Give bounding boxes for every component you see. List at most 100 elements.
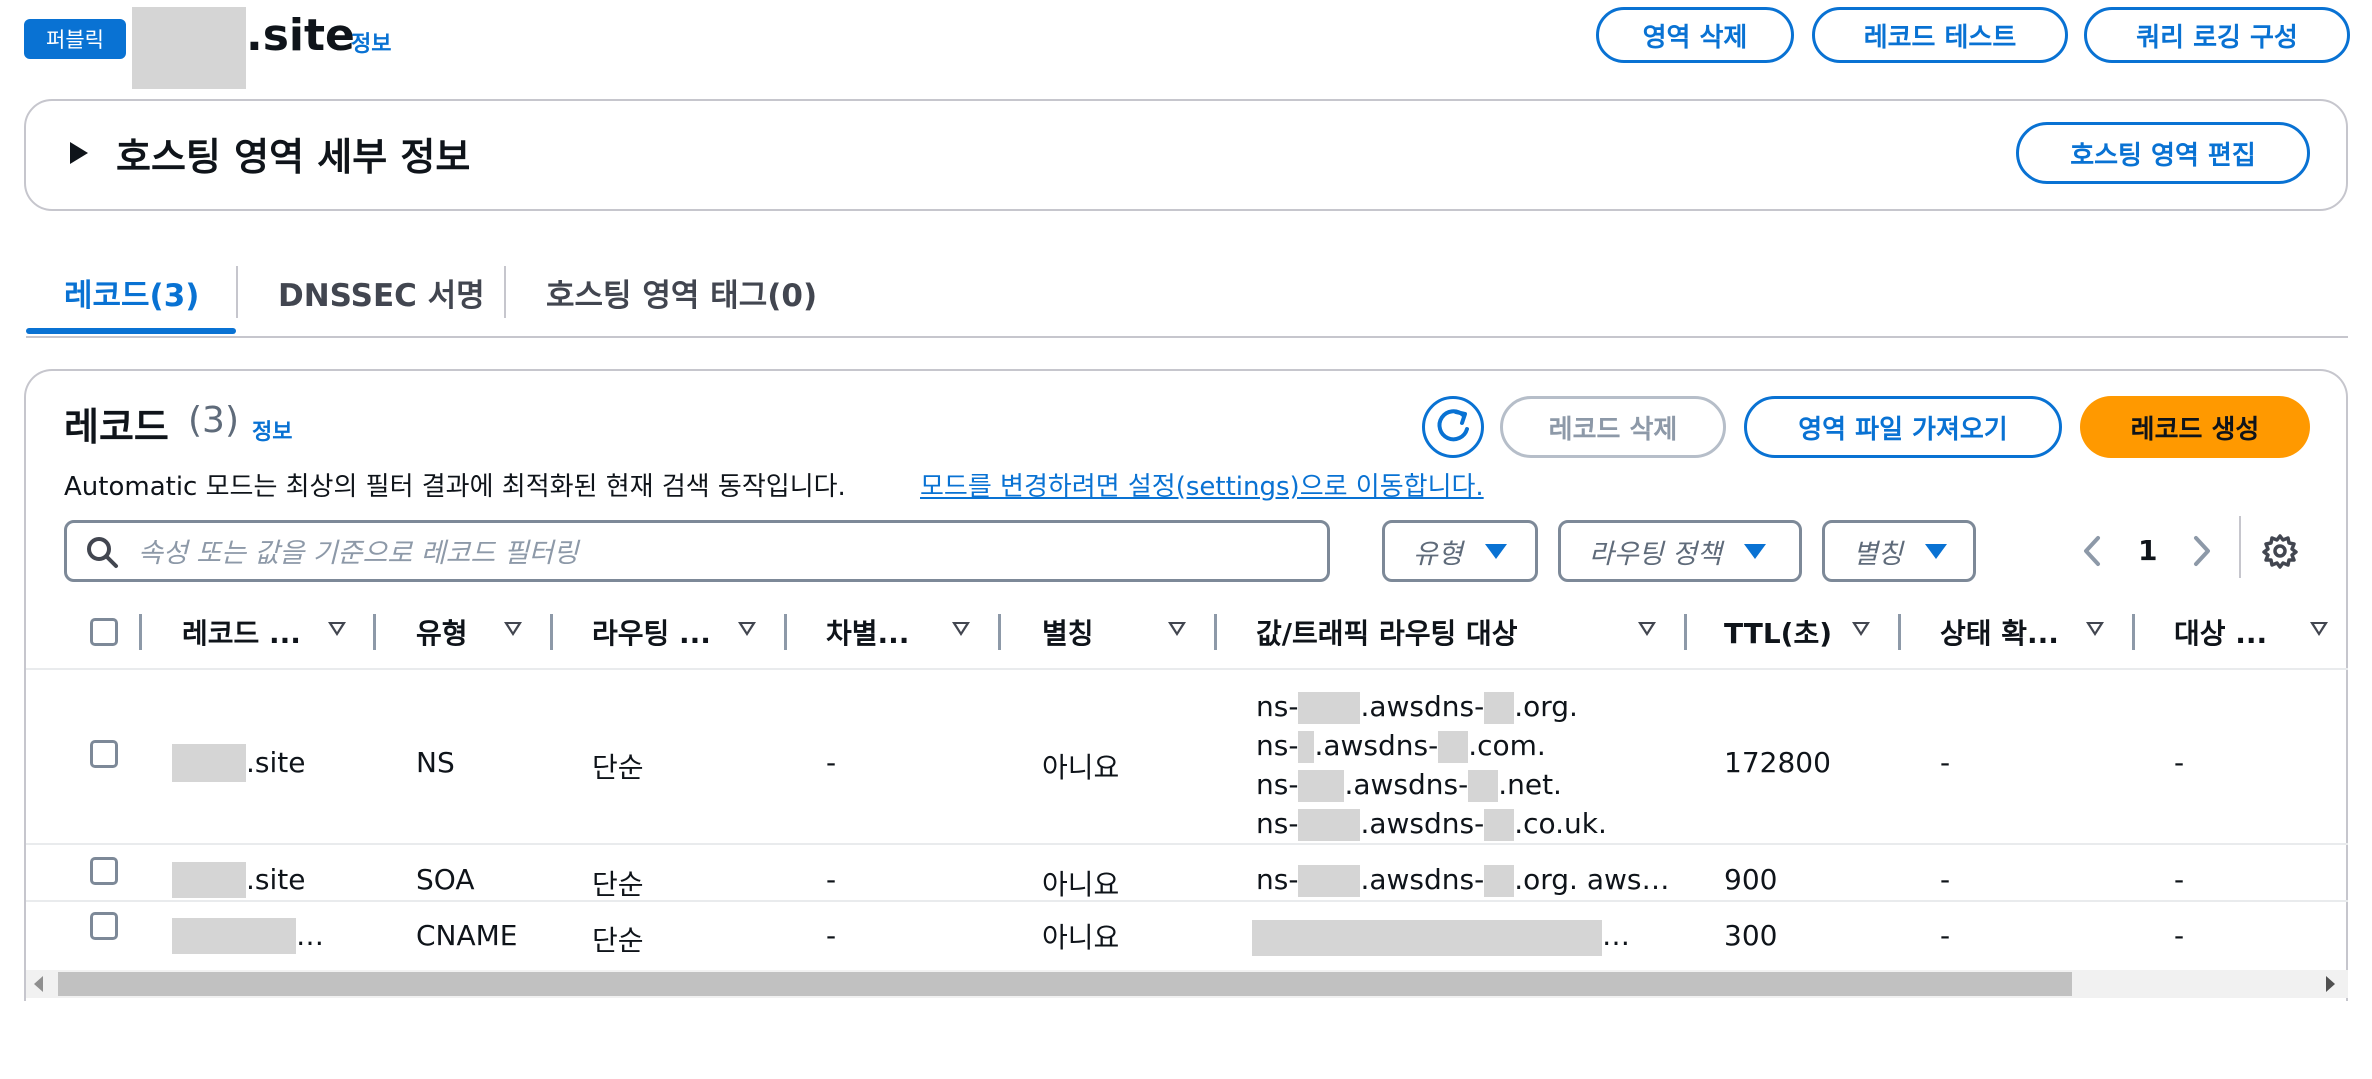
column-header-routing-policy[interactable]: 라우팅 ... xyxy=(592,612,711,652)
value-line: ns- .awsdns- .org. xyxy=(1256,690,1578,724)
row-checkbox[interactable] xyxy=(90,740,118,768)
health-check-value: - xyxy=(1940,919,1951,952)
tab-records[interactable]: 레코드(3) xyxy=(64,270,199,315)
chevron-left-icon[interactable] xyxy=(2080,534,2104,568)
tab-hosted-zone-tags[interactable]: 호스팅 영역 태그(0) xyxy=(546,270,817,315)
record-name[interactable]: … xyxy=(296,919,324,952)
routing-policy-filter[interactable]: 라우팅 정책 xyxy=(1558,520,1802,582)
chevron-right-icon[interactable] xyxy=(2190,534,2214,568)
sort-icon[interactable] xyxy=(328,622,346,636)
record-name[interactable]: .site xyxy=(246,863,305,896)
select-all-checkbox[interactable] xyxy=(90,618,118,646)
target-value: - xyxy=(2174,919,2185,952)
alias-value: 아니요 xyxy=(1042,868,1120,901)
create-record-button[interactable]: 레코드 생성 xyxy=(2080,396,2310,458)
current-page[interactable]: 1 xyxy=(2138,534,2157,567)
refresh-icon xyxy=(1437,409,1469,442)
column-header-target[interactable]: 대상 ... xyxy=(2174,612,2267,652)
tab-divider xyxy=(236,266,238,318)
alias-filter-label: 별칭 xyxy=(1853,538,1903,570)
settings-icon[interactable] xyxy=(2262,533,2298,569)
caret-down-icon xyxy=(1924,543,1947,559)
import-zone-file-button[interactable]: 영역 파일 가져오기 xyxy=(1744,396,2062,458)
column-divider xyxy=(1898,614,1901,650)
search-icon xyxy=(87,537,118,568)
records-count: (3) xyxy=(188,400,239,441)
sort-icon[interactable] xyxy=(504,622,522,636)
records-info-link[interactable]: 정보 xyxy=(252,414,292,446)
column-header-ttl[interactable]: TTL(초) xyxy=(1724,612,1832,652)
alias-value: 아니요 xyxy=(1042,751,1120,784)
pager-divider xyxy=(2239,516,2241,578)
records-title: 레코드 xyxy=(64,405,169,449)
scroll-right-icon[interactable] xyxy=(2326,976,2335,992)
row-divider xyxy=(26,900,2348,902)
column-header-differentiator[interactable]: 차별... xyxy=(826,612,909,652)
target-value: - xyxy=(2174,746,2185,779)
caret-right-icon[interactable] xyxy=(70,142,88,164)
differentiator: - xyxy=(826,919,837,952)
column-header-alias[interactable]: 별칭 xyxy=(1042,612,1094,652)
routing-policy: 단순 xyxy=(592,868,644,901)
row-checkbox[interactable] xyxy=(90,857,118,885)
column-divider xyxy=(373,614,376,650)
alias-filter[interactable]: 별칭 xyxy=(1822,520,1976,582)
column-header-health-check[interactable]: 상태 확... xyxy=(1940,612,2059,652)
search-placeholder: 속성 또는 값을 기준으로 레코드 필터링 xyxy=(138,538,579,569)
row-divider xyxy=(26,843,2348,845)
health-check-value: - xyxy=(1940,863,1951,896)
column-divider xyxy=(1684,614,1687,650)
records-container xyxy=(24,369,2348,1001)
differentiator: - xyxy=(826,863,837,896)
column-divider xyxy=(2132,614,2135,650)
tab-divider xyxy=(504,266,506,318)
value-line: … xyxy=(1602,919,1630,952)
active-tab-indicator xyxy=(26,328,236,334)
scroll-left-icon[interactable] xyxy=(34,976,43,992)
hosted-zone-details-title[interactable]: 호스팅 영역 세부 정보 xyxy=(116,126,470,181)
record-type: CNAME xyxy=(416,919,518,952)
column-header-record-name[interactable]: 레코드 ... xyxy=(182,612,301,652)
zone-info-link[interactable]: 정보 xyxy=(351,26,391,58)
delete-record-button[interactable]: 레코드 삭제 xyxy=(1500,396,1726,458)
refresh-button[interactable] xyxy=(1422,396,1484,458)
caret-down-icon xyxy=(1484,543,1507,559)
scrollbar-thumb[interactable] xyxy=(58,972,2072,996)
routing-policy-filter-label: 라우팅 정책 xyxy=(1589,538,1722,570)
alias-value: 아니요 xyxy=(1042,921,1120,954)
record-type: SOA xyxy=(416,863,475,896)
sort-icon[interactable] xyxy=(2310,622,2328,636)
type-filter[interactable]: 유형 xyxy=(1382,520,1538,582)
sort-icon[interactable] xyxy=(2086,622,2104,636)
sort-icon[interactable] xyxy=(1852,622,1870,636)
delete-zone-button[interactable]: 영역 삭제 xyxy=(1596,7,1794,63)
record-name[interactable]: .site xyxy=(246,746,305,779)
ttl-value: 900 xyxy=(1724,863,1778,896)
column-divider xyxy=(784,614,787,650)
column-divider xyxy=(1214,614,1217,650)
change-mode-link[interactable]: 모드를 변경하려면 설정(settings)으로 이동합니다. xyxy=(920,466,1484,503)
query-logging-button[interactable]: 쿼리 로깅 구성 xyxy=(2084,7,2350,63)
caret-down-icon xyxy=(1743,543,1766,559)
value-line: ns- .awsdns- .net. xyxy=(1256,768,1562,802)
sort-icon[interactable] xyxy=(1168,622,1186,636)
sort-icon[interactable] xyxy=(952,622,970,636)
record-name-redaction xyxy=(172,744,246,782)
tab-dnssec-signing[interactable]: DNSSEC 서명 xyxy=(278,270,485,315)
value-line: ns- .awsdns- .org. aws… xyxy=(1256,863,1670,897)
record-name-redaction xyxy=(172,918,296,954)
zone-name-redaction xyxy=(132,7,246,89)
target-value: - xyxy=(2174,863,2185,896)
record-name-redaction xyxy=(172,862,246,898)
sort-icon[interactable] xyxy=(738,622,756,636)
edit-hosted-zone-button[interactable]: 호스팅 영역 편집 xyxy=(2016,122,2310,184)
test-record-button[interactable]: 레코드 테스트 xyxy=(1812,7,2068,63)
column-header-type[interactable]: 유형 xyxy=(416,612,468,652)
sort-icon[interactable] xyxy=(1638,622,1656,636)
column-header-value[interactable]: 값/트래픽 라우팅 대상 xyxy=(1256,612,1518,652)
search-mode-description: Automatic 모드는 최상의 필터 결과에 최적화된 현재 검색 동작입니… xyxy=(64,472,846,502)
value-line: ns- .awsdns- .com. xyxy=(1256,729,1546,763)
row-checkbox[interactable] xyxy=(90,912,118,940)
column-divider xyxy=(139,614,142,650)
ttl-value: 300 xyxy=(1724,919,1778,952)
